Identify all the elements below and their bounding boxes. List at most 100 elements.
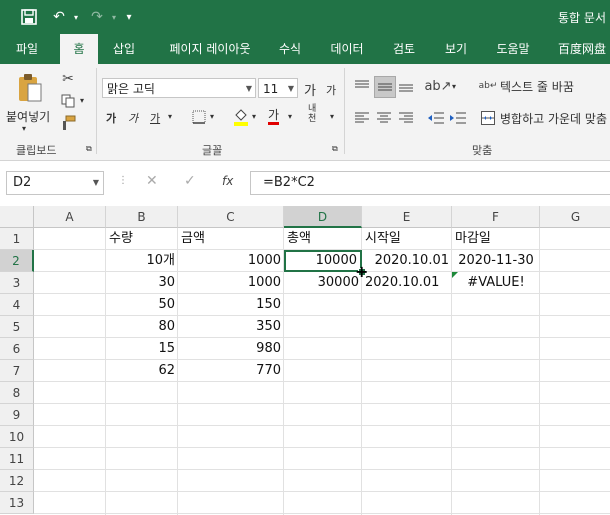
grow-font-button[interactable]: 가 xyxy=(304,80,316,99)
column-header-b[interactable]: B xyxy=(106,206,178,228)
cell-b6[interactable]: 15 xyxy=(106,338,178,360)
cut-icon[interactable]: ✂ xyxy=(58,70,78,88)
fill-color-dropdown-icon[interactable]: ▾ xyxy=(252,112,256,121)
cell-f3[interactable]: #VALUE! xyxy=(452,272,540,294)
redo-dropdown-icon[interactable]: ▾ xyxy=(108,7,120,27)
paste-icon[interactable] xyxy=(16,72,44,104)
align-right-icon[interactable] xyxy=(396,108,416,128)
copy-icon[interactable] xyxy=(58,92,78,110)
underline-dropdown-icon[interactable]: ▾ xyxy=(168,112,172,121)
cell-c3[interactable]: 1000 xyxy=(178,272,284,294)
row-header-1[interactable]: 1 xyxy=(0,228,34,250)
align-center-icon[interactable] xyxy=(374,108,394,128)
cell-c4[interactable]: 150 xyxy=(178,294,284,316)
cancel-icon[interactable]: ✕ xyxy=(146,173,158,189)
column-header-c[interactable]: C xyxy=(178,206,284,228)
name-box[interactable]: D2 ▼ xyxy=(6,171,104,195)
cell-f2[interactable]: 2020-11-30 xyxy=(452,250,540,272)
row-header-6[interactable]: 6 xyxy=(0,338,34,360)
row-header-8[interactable]: 8 xyxy=(0,382,34,404)
fill-color-icon[interactable] xyxy=(232,106,250,128)
undo-dropdown-icon[interactable]: ▾ xyxy=(70,7,82,27)
tab-data[interactable]: 데이터 xyxy=(322,34,372,64)
font-launcher-icon[interactable]: ⧉ xyxy=(332,144,338,154)
customize-qat-icon[interactable]: ▾ xyxy=(122,7,136,27)
font-color-button[interactable]: 가 xyxy=(268,108,280,125)
underline-button[interactable]: 가 xyxy=(150,110,160,126)
undo-icon[interactable]: ↶ xyxy=(48,7,70,27)
merge-center-icon[interactable] xyxy=(480,108,496,128)
phonetic-dropdown-icon[interactable]: ▾ xyxy=(330,112,334,121)
bold-button[interactable]: 가 xyxy=(106,110,116,126)
merge-center-button[interactable]: 병합하고 가운데 맞춤 xyxy=(500,110,607,127)
font-size-combo[interactable]: 11 ▼ xyxy=(258,78,298,98)
row-header-9[interactable]: 9 xyxy=(0,404,34,426)
cell-d2-selected[interactable]: 10000 xyxy=(284,250,362,272)
borders-icon[interactable] xyxy=(190,108,208,126)
cell-c5[interactable]: 350 xyxy=(178,316,284,338)
worksheet-grid[interactable]: A B C D E F G 1 2 3 4 5 6 7 8 9 10 11 12… xyxy=(0,206,610,515)
italic-button[interactable]: 가 xyxy=(128,110,138,126)
chevron-down-icon[interactable]: ▼ xyxy=(288,79,294,99)
enter-icon[interactable]: ✓ xyxy=(184,173,196,189)
orientation-icon[interactable]: ab↗ xyxy=(424,76,451,96)
row-header-10[interactable]: 10 xyxy=(0,426,34,448)
phonetic-button[interactable]: 내천 xyxy=(308,104,322,124)
tab-review[interactable]: 검토 xyxy=(384,34,424,64)
cell-b1[interactable]: 수량 xyxy=(106,228,178,250)
align-top-icon[interactable] xyxy=(352,76,372,96)
column-header-g[interactable]: G xyxy=(540,206,610,228)
cell-b3[interactable]: 30 xyxy=(106,272,178,294)
row-header-4[interactable]: 4 xyxy=(0,294,34,316)
align-middle-icon[interactable] xyxy=(374,76,396,98)
wrap-text-icon[interactable]: ab↵ xyxy=(479,76,498,96)
formula-input[interactable]: =B2*C2 xyxy=(250,171,610,195)
align-bottom-icon[interactable] xyxy=(396,76,416,96)
insert-function-icon[interactable]: fx xyxy=(222,174,233,188)
paste-button-label[interactable]: 붙여넣기 xyxy=(6,108,50,125)
clipboard-launcher-icon[interactable]: ⧉ xyxy=(86,144,92,154)
column-header-d[interactable]: D xyxy=(284,206,362,228)
cell-b5[interactable]: 80 xyxy=(106,316,178,338)
cell-b2[interactable]: 10개 xyxy=(106,250,178,272)
row-header-13[interactable]: 13 xyxy=(0,492,34,514)
shrink-font-button[interactable]: 가 xyxy=(326,82,336,98)
copy-dropdown-icon[interactable]: ▾ xyxy=(80,96,84,105)
align-left-icon[interactable] xyxy=(352,108,372,128)
cell-c2[interactable]: 1000 xyxy=(178,250,284,272)
column-header-e[interactable]: E xyxy=(362,206,452,228)
chevron-down-icon[interactable]: ▼ xyxy=(246,79,252,99)
increase-indent-icon[interactable] xyxy=(448,108,468,128)
tab-formulas[interactable]: 수식 xyxy=(270,34,310,64)
cell-e3[interactable]: 2020.10.01 xyxy=(362,272,452,294)
tab-baidu-netdisk[interactable]: 百度网盘 xyxy=(552,34,610,64)
tab-view[interactable]: 보기 xyxy=(436,34,476,64)
tab-insert[interactable]: 삽입 xyxy=(104,34,144,64)
cell-d3[interactable]: 30000 xyxy=(284,272,362,294)
cell-c7[interactable]: 770 xyxy=(178,360,284,382)
format-painter-icon[interactable] xyxy=(58,114,78,132)
cell-e2[interactable]: 2020.10.01 xyxy=(362,250,452,272)
row-header-3[interactable]: 3 xyxy=(0,272,34,294)
font-color-dropdown-icon[interactable]: ▾ xyxy=(288,112,292,121)
cell-b4[interactable]: 50 xyxy=(106,294,178,316)
paste-dropdown-icon[interactable]: ▾ xyxy=(22,124,26,133)
tab-file[interactable]: 파일 xyxy=(4,34,50,64)
redo-icon[interactable]: ↷ xyxy=(86,7,108,27)
cell-e1[interactable]: 시작일 xyxy=(362,228,452,250)
row-header-5[interactable]: 5 xyxy=(0,316,34,338)
cell-c6[interactable]: 980 xyxy=(178,338,284,360)
decrease-indent-icon[interactable] xyxy=(426,108,446,128)
cell-d1[interactable]: 총액 xyxy=(284,228,362,250)
column-header-f[interactable]: F xyxy=(452,206,540,228)
select-all-corner[interactable] xyxy=(0,206,34,228)
row-header-7[interactable]: 7 xyxy=(0,360,34,382)
tab-home[interactable]: 홈 xyxy=(60,34,98,64)
orientation-dropdown-icon[interactable]: ▾ xyxy=(452,82,456,91)
wrap-text-button[interactable]: 텍스트 줄 바꿈 xyxy=(500,78,574,95)
tab-help[interactable]: 도움말 xyxy=(488,34,538,64)
row-header-12[interactable]: 12 xyxy=(0,470,34,492)
cell-f1[interactable]: 마감일 xyxy=(452,228,540,250)
cell-b7[interactable]: 62 xyxy=(106,360,178,382)
save-icon[interactable] xyxy=(18,7,40,27)
